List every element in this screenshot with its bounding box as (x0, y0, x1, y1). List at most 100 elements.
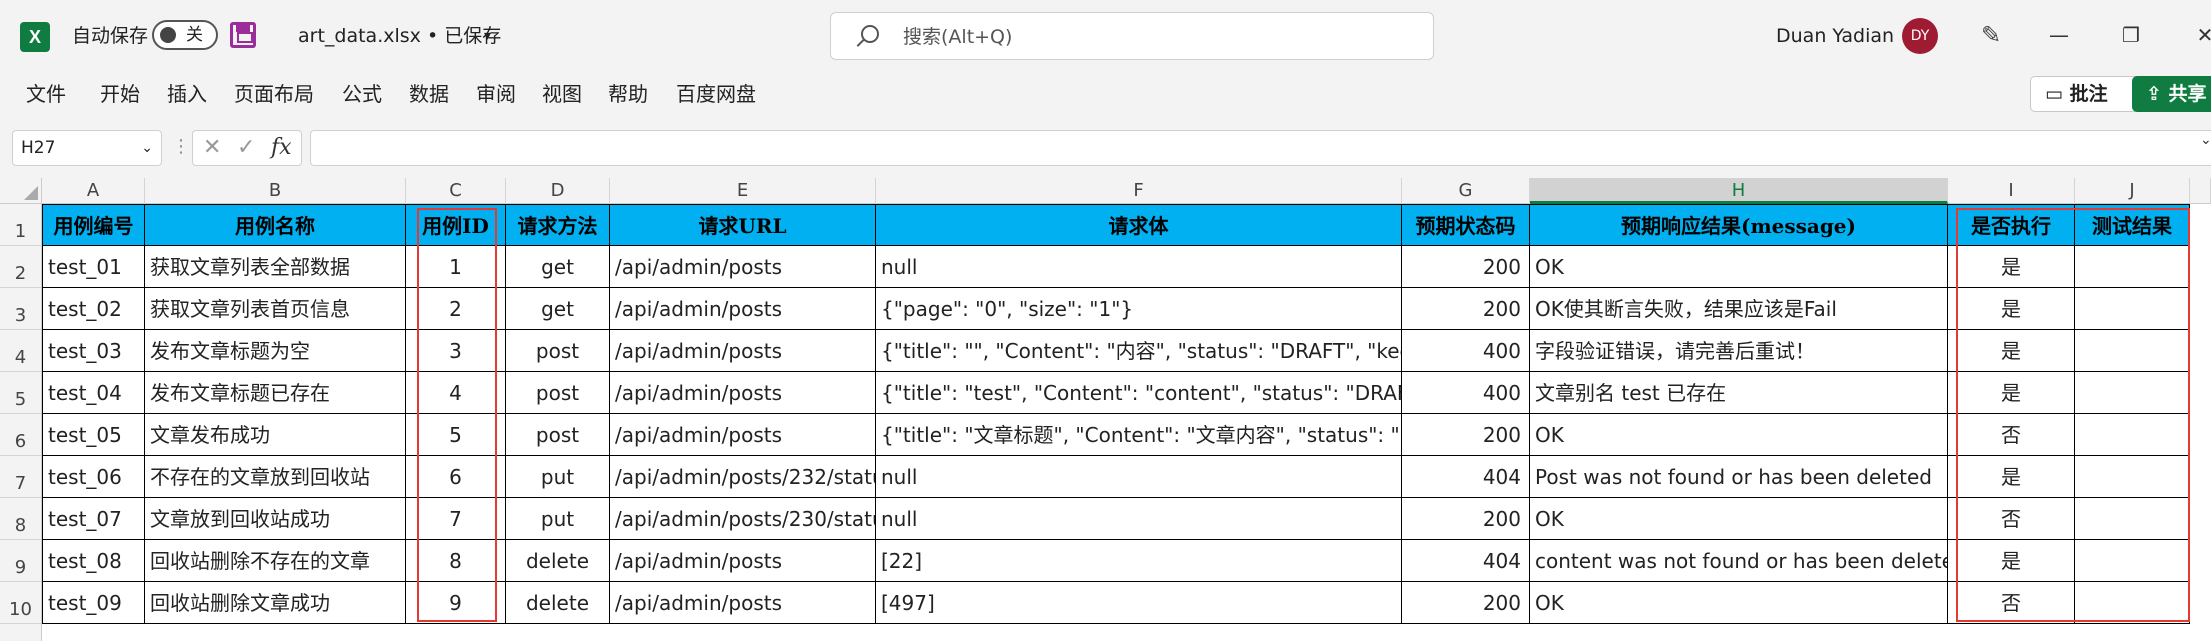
chevron-down-icon[interactable]: ▾ (484, 22, 491, 50)
close-icon[interactable]: ✕ (2190, 20, 2211, 50)
cell-test-result[interactable] (2075, 540, 2190, 582)
cell-expected-message[interactable]: OK (1530, 414, 1948, 456)
insert-function-icon[interactable]: fx (271, 131, 292, 165)
header-cell-case-id[interactable]: 用例ID (406, 204, 506, 246)
cell-expected-message[interactable]: OK (1530, 246, 1948, 288)
cell-body[interactable]: {"title": "文章标题", "Content": "文章内容", "st… (876, 414, 1402, 456)
cancel-icon[interactable]: ✕ (203, 131, 221, 165)
row-header-6[interactable]: 6 (0, 414, 42, 456)
cell-body[interactable]: null (876, 456, 1402, 498)
cell-method[interactable]: put (506, 456, 610, 498)
column-header-b[interactable]: B (145, 178, 406, 204)
chevron-down-icon[interactable]: ⌄ (2200, 132, 2211, 148)
cell-test-result[interactable] (2075, 372, 2190, 414)
cell-execute-flag[interactable]: 是 (1948, 330, 2075, 372)
save-icon[interactable] (230, 22, 256, 48)
cell-case-no[interactable]: test_05 (42, 414, 145, 456)
row-header-1[interactable]: 1 (0, 204, 42, 246)
select-all-corner[interactable] (0, 178, 42, 204)
menu-item-view[interactable]: 视图 (538, 80, 586, 108)
header-cell-case-name[interactable]: 用例名称 (145, 204, 406, 246)
cell-expected-message[interactable]: OK (1530, 498, 1948, 540)
cell-status-code[interactable]: 400 (1402, 372, 1530, 414)
cell-method[interactable]: post (506, 372, 610, 414)
cell-case-no[interactable]: test_02 (42, 288, 145, 330)
cell-case-no[interactable]: test_03 (42, 330, 145, 372)
empty-row[interactable] (42, 624, 2211, 641)
cell-case-id[interactable]: 9 (406, 582, 506, 624)
cell-case-name[interactable]: 获取文章列表首页信息 (145, 288, 406, 330)
cell-body[interactable]: [497] (876, 582, 1402, 624)
row-header-3[interactable]: 3 (0, 288, 42, 330)
share-button[interactable]: ⇪ 共享 (2132, 76, 2211, 112)
row-header-9[interactable]: 9 (0, 540, 42, 582)
cell-case-name[interactable]: 获取文章列表全部数据 (145, 246, 406, 288)
cell-method[interactable]: post (506, 330, 610, 372)
cell-status-code[interactable]: 404 (1402, 540, 1530, 582)
cell-case-id[interactable]: 8 (406, 540, 506, 582)
cell-expected-message[interactable]: content was not found or has been delete… (1530, 540, 1948, 582)
cell-execute-flag[interactable]: 是 (1948, 288, 2075, 330)
menu-item-review[interactable]: 审阅 (472, 80, 520, 108)
cell-execute-flag[interactable]: 是 (1948, 540, 2075, 582)
column-header-i[interactable]: I (1948, 178, 2075, 204)
comment-button[interactable]: ▭ 批注 (2030, 76, 2140, 112)
autosave-toggle[interactable]: 关 (152, 20, 218, 50)
cell-body[interactable]: [22] (876, 540, 1402, 582)
cell-status-code[interactable]: 200 (1402, 246, 1530, 288)
minimize-icon[interactable]: — (2044, 20, 2074, 50)
column-header-j[interactable]: J (2075, 178, 2190, 204)
cell-expected-message[interactable]: 字段验证错误，请完善后重试！ (1530, 330, 1948, 372)
cell-body[interactable]: {"title": "test", "Content": "content", … (876, 372, 1402, 414)
cell-case-name[interactable]: 发布文章标题为空 (145, 330, 406, 372)
header-cell-url[interactable]: 请求URL (610, 204, 876, 246)
chevron-down-icon[interactable]: ⌄ (141, 131, 153, 165)
cell-expected-message[interactable]: OK (1530, 582, 1948, 624)
cell-case-name[interactable]: 回收站删除文章成功 (145, 582, 406, 624)
column-header-f[interactable]: F (876, 178, 1402, 204)
cell-method[interactable]: get (506, 246, 610, 288)
cell-case-id[interactable]: 5 (406, 414, 506, 456)
cell-expected-message[interactable]: 文章别名 test 已存在 (1530, 372, 1948, 414)
cell-url[interactable]: /api/admin/posts/232/statu (610, 456, 876, 498)
cell-url[interactable]: /api/admin/posts (610, 414, 876, 456)
menu-item-file[interactable]: 文件 (22, 80, 70, 108)
cell-execute-flag[interactable]: 是 (1948, 372, 2075, 414)
cell-execute-flag[interactable]: 否 (1948, 582, 2075, 624)
menu-item-formulas[interactable]: 公式 (338, 80, 386, 108)
cell-case-no[interactable]: test_06 (42, 456, 145, 498)
cell-status-code[interactable]: 200 (1402, 288, 1530, 330)
document-title[interactable]: art_data.xlsx • 已保存 (298, 22, 501, 50)
cell-url[interactable]: /api/admin/posts (610, 246, 876, 288)
cell-test-result[interactable] (2075, 582, 2190, 624)
row-header-10[interactable]: 10 (0, 582, 42, 624)
column-header-e[interactable]: E (610, 178, 876, 204)
cell-case-id[interactable]: 2 (406, 288, 506, 330)
restore-icon[interactable]: ❐ (2116, 20, 2146, 50)
cell-case-no[interactable]: test_09 (42, 582, 145, 624)
cell-url[interactable]: /api/admin/posts/230/statu (610, 498, 876, 540)
column-header-a[interactable]: A (42, 178, 145, 204)
cell-url[interactable]: /api/admin/posts (610, 540, 876, 582)
menu-item-page-layout[interactable]: 页面布局 (230, 80, 318, 108)
row-header-7[interactable]: 7 (0, 456, 42, 498)
cell-case-id[interactable]: 4 (406, 372, 506, 414)
cell-execute-flag[interactable]: 是 (1948, 456, 2075, 498)
header-cell-status-code[interactable]: 预期状态码 (1402, 204, 1530, 246)
cell-url[interactable]: /api/admin/posts (610, 372, 876, 414)
spreadsheet-grid[interactable]: ABCDEFGHIJ1234567891011用例编号用例名称用例ID请求方法请… (0, 178, 2211, 641)
pen-icon[interactable]: ✎ (1976, 20, 2006, 50)
formula-input[interactable] (310, 130, 2211, 166)
menu-item-data[interactable]: 数据 (405, 80, 453, 108)
cell-url[interactable]: /api/admin/posts (610, 582, 876, 624)
cell-status-code[interactable]: 404 (1402, 456, 1530, 498)
cell-url[interactable]: /api/admin/posts (610, 330, 876, 372)
cell-method[interactable]: get (506, 288, 610, 330)
cell-url[interactable]: /api/admin/posts (610, 288, 876, 330)
cell-case-name[interactable]: 回收站删除不存在的文章 (145, 540, 406, 582)
header-cell-body[interactable]: 请求体 (876, 204, 1402, 246)
cell-body[interactable]: {"title": "", "Content": "内容", "status":… (876, 330, 1402, 372)
cell-case-no[interactable]: test_07 (42, 498, 145, 540)
header-cell-method[interactable]: 请求方法 (506, 204, 610, 246)
menu-item-help[interactable]: 帮助 (604, 80, 652, 108)
